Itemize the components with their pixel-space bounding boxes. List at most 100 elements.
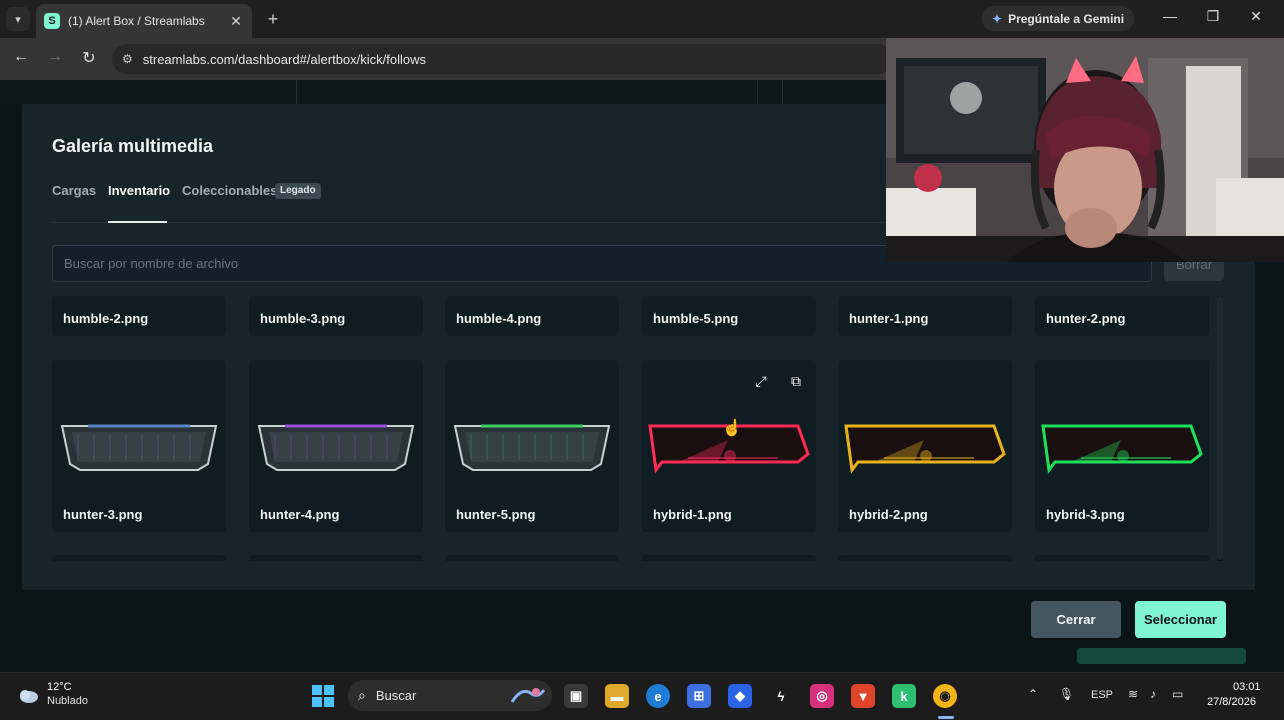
minimize-icon[interactable]: — <box>1160 8 1180 24</box>
chevron-up-icon[interactable]: ⌃ <box>1028 687 1038 701</box>
media-card[interactable]: humble-5.png <box>642 296 816 336</box>
media-card[interactable] <box>642 555 816 561</box>
windows-taskbar: 12°C Nublado ⌕ Buscar ▣ ▬ e ⊞ ◆ ϟ ◎ ▼ k … <box>0 672 1284 720</box>
dropbox-icon[interactable]: ◆ <box>728 684 752 708</box>
taskbar-search-label: Buscar <box>375 688 417 703</box>
task-view-icon[interactable]: ▣ <box>564 684 588 708</box>
file-name: hunter-5.png <box>456 507 536 522</box>
media-card[interactable] <box>838 555 1012 561</box>
url-field[interactable]: ⚙ streamlabs.com/dashboard#/alertbox/kic… <box>112 44 892 74</box>
forward-icon[interactable]: → <box>44 48 66 66</box>
media-card-hovered[interactable]: ⤢ ⧉ ☝ hybrid-1.png <box>642 360 816 532</box>
search-icon: ⌕ <box>358 687 366 703</box>
media-card[interactable] <box>249 555 423 561</box>
expand-icon[interactable]: ⤢ <box>752 372 770 390</box>
frame-thumbnail <box>1041 424 1203 474</box>
gemini-button[interactable]: ✦ Pregúntale a Gemini <box>982 6 1135 31</box>
frame-thumbnail <box>60 424 218 471</box>
site-info-icon[interactable]: ⚙ <box>122 52 133 66</box>
file-name: hunter-2.png <box>1046 311 1126 326</box>
file-name: hunter-4.png <box>260 507 340 522</box>
webcam-overlay <box>886 38 1284 262</box>
background-button <box>1077 648 1246 664</box>
media-card[interactable]: humble-2.png <box>52 296 226 336</box>
media-card[interactable]: humble-3.png <box>249 296 423 336</box>
file-name: hybrid-1.png <box>653 507 732 522</box>
close-tab-icon[interactable]: ✕ <box>228 13 244 30</box>
media-card[interactable]: hunter-2.png <box>1035 296 1209 336</box>
frame-thumbnail <box>844 424 1006 474</box>
file-name: hunter-1.png <box>849 311 929 326</box>
wifi-icon[interactable]: ≋ <box>1128 687 1138 701</box>
new-tab-button[interactable]: + <box>262 8 284 30</box>
file-name: humble-2.png <box>63 311 149 326</box>
clock-date[interactable]: 27/8/2026 <box>1207 696 1256 708</box>
file-name: humble-4.png <box>456 311 542 326</box>
battery-icon[interactable]: ▭ <box>1172 687 1183 701</box>
language-indicator[interactable]: ESP <box>1091 689 1113 701</box>
lightning-app-icon[interactable]: ϟ <box>769 684 793 708</box>
file-name: humble-3.png <box>260 311 346 326</box>
mouse-pointer-icon: ☝ <box>722 420 742 437</box>
tab-collectibles[interactable]: Coleccionables <box>182 183 277 198</box>
media-card[interactable] <box>52 555 226 561</box>
file-name: humble-5.png <box>653 311 739 326</box>
microphone-icon[interactable]: 🎙 <box>1059 687 1074 701</box>
taskbar-search[interactable]: ⌕ Buscar <box>348 680 552 711</box>
active-app-indicator <box>938 716 954 719</box>
media-card[interactable] <box>1035 555 1209 561</box>
weather-condition[interactable]: Nublado <box>47 695 88 707</box>
active-tab-indicator <box>108 221 167 223</box>
file-name: hybrid-2.png <box>849 507 928 522</box>
search-highlight-icon <box>510 688 546 703</box>
media-card[interactable]: hybrid-2.png <box>838 360 1012 532</box>
open-external-icon[interactable]: ⧉ <box>787 372 805 390</box>
kick-app-icon[interactable]: k <box>892 684 916 708</box>
weather-temperature[interactable]: 12°C <box>47 681 72 693</box>
volume-icon[interactable]: ♪ <box>1150 687 1156 701</box>
edge-icon[interactable]: e <box>646 684 670 708</box>
file-explorer-icon[interactable]: ▬ <box>605 684 629 708</box>
close-button[interactable]: Cerrar <box>1031 601 1121 638</box>
cloud-icon[interactable] <box>16 683 40 707</box>
close-window-icon[interactable]: ✕ <box>1246 8 1266 25</box>
media-grid: humble-2.png humble-3.png humble-4.png h… <box>52 296 1217 561</box>
file-name: hunter-3.png <box>63 507 143 522</box>
grid-scrollbar-thumb[interactable] <box>1217 296 1223 560</box>
media-card[interactable]: hunter-5.png <box>445 360 619 532</box>
media-card[interactable] <box>445 555 619 561</box>
webcam-feed-image <box>886 38 1284 262</box>
screen: ▾ S (1) Alert Box / Streamlabs ✕ + ✦ Pre… <box>0 0 1284 720</box>
gemini-label: Pregúntale a Gemini <box>1008 11 1125 26</box>
divider <box>296 80 297 104</box>
media-card[interactable]: hunter-4.png <box>249 360 423 532</box>
back-icon[interactable]: ← <box>10 48 32 66</box>
url-text: streamlabs.com/dashboard#/alertbox/kick/… <box>142 51 427 67</box>
restore-icon[interactable]: ❐ <box>1203 8 1223 25</box>
select-button[interactable]: Seleccionar <box>1135 601 1226 638</box>
media-card[interactable]: hunter-1.png <box>838 296 1012 336</box>
tab-inventory[interactable]: Inventario <box>108 183 170 198</box>
modal-title: Galería multimedia <box>52 136 214 156</box>
tab-uploads[interactable]: Cargas <box>52 183 96 198</box>
microsoft-store-icon[interactable]: ⊞ <box>687 684 711 708</box>
media-card[interactable]: hunter-3.png <box>52 360 226 532</box>
divider <box>757 80 758 104</box>
media-card[interactable]: humble-4.png <box>445 296 619 336</box>
reload-icon[interactable]: ↻ <box>78 48 100 68</box>
frame-thumbnail <box>453 424 611 471</box>
tab-title: (1) Alert Box / Streamlabs <box>68 14 205 28</box>
tab-list-icon[interactable]: ▾ <box>6 7 30 31</box>
brave-icon[interactable]: ▼ <box>851 684 875 708</box>
instagram-icon[interactable]: ◎ <box>810 684 834 708</box>
browser-tab[interactable]: S (1) Alert Box / Streamlabs ✕ <box>36 4 252 38</box>
clock-time[interactable]: 03:01 <box>1233 681 1261 693</box>
streamlabs-favicon-icon: S <box>44 13 60 29</box>
chrome-icon[interactable]: ◉ <box>933 684 957 708</box>
divider <box>782 80 783 104</box>
legacy-badge: Legado <box>275 183 321 199</box>
file-name: hybrid-3.png <box>1046 507 1125 522</box>
windows-start-icon[interactable] <box>312 685 334 707</box>
frame-thumbnail <box>257 424 415 471</box>
media-card[interactable]: hybrid-3.png <box>1035 360 1209 532</box>
